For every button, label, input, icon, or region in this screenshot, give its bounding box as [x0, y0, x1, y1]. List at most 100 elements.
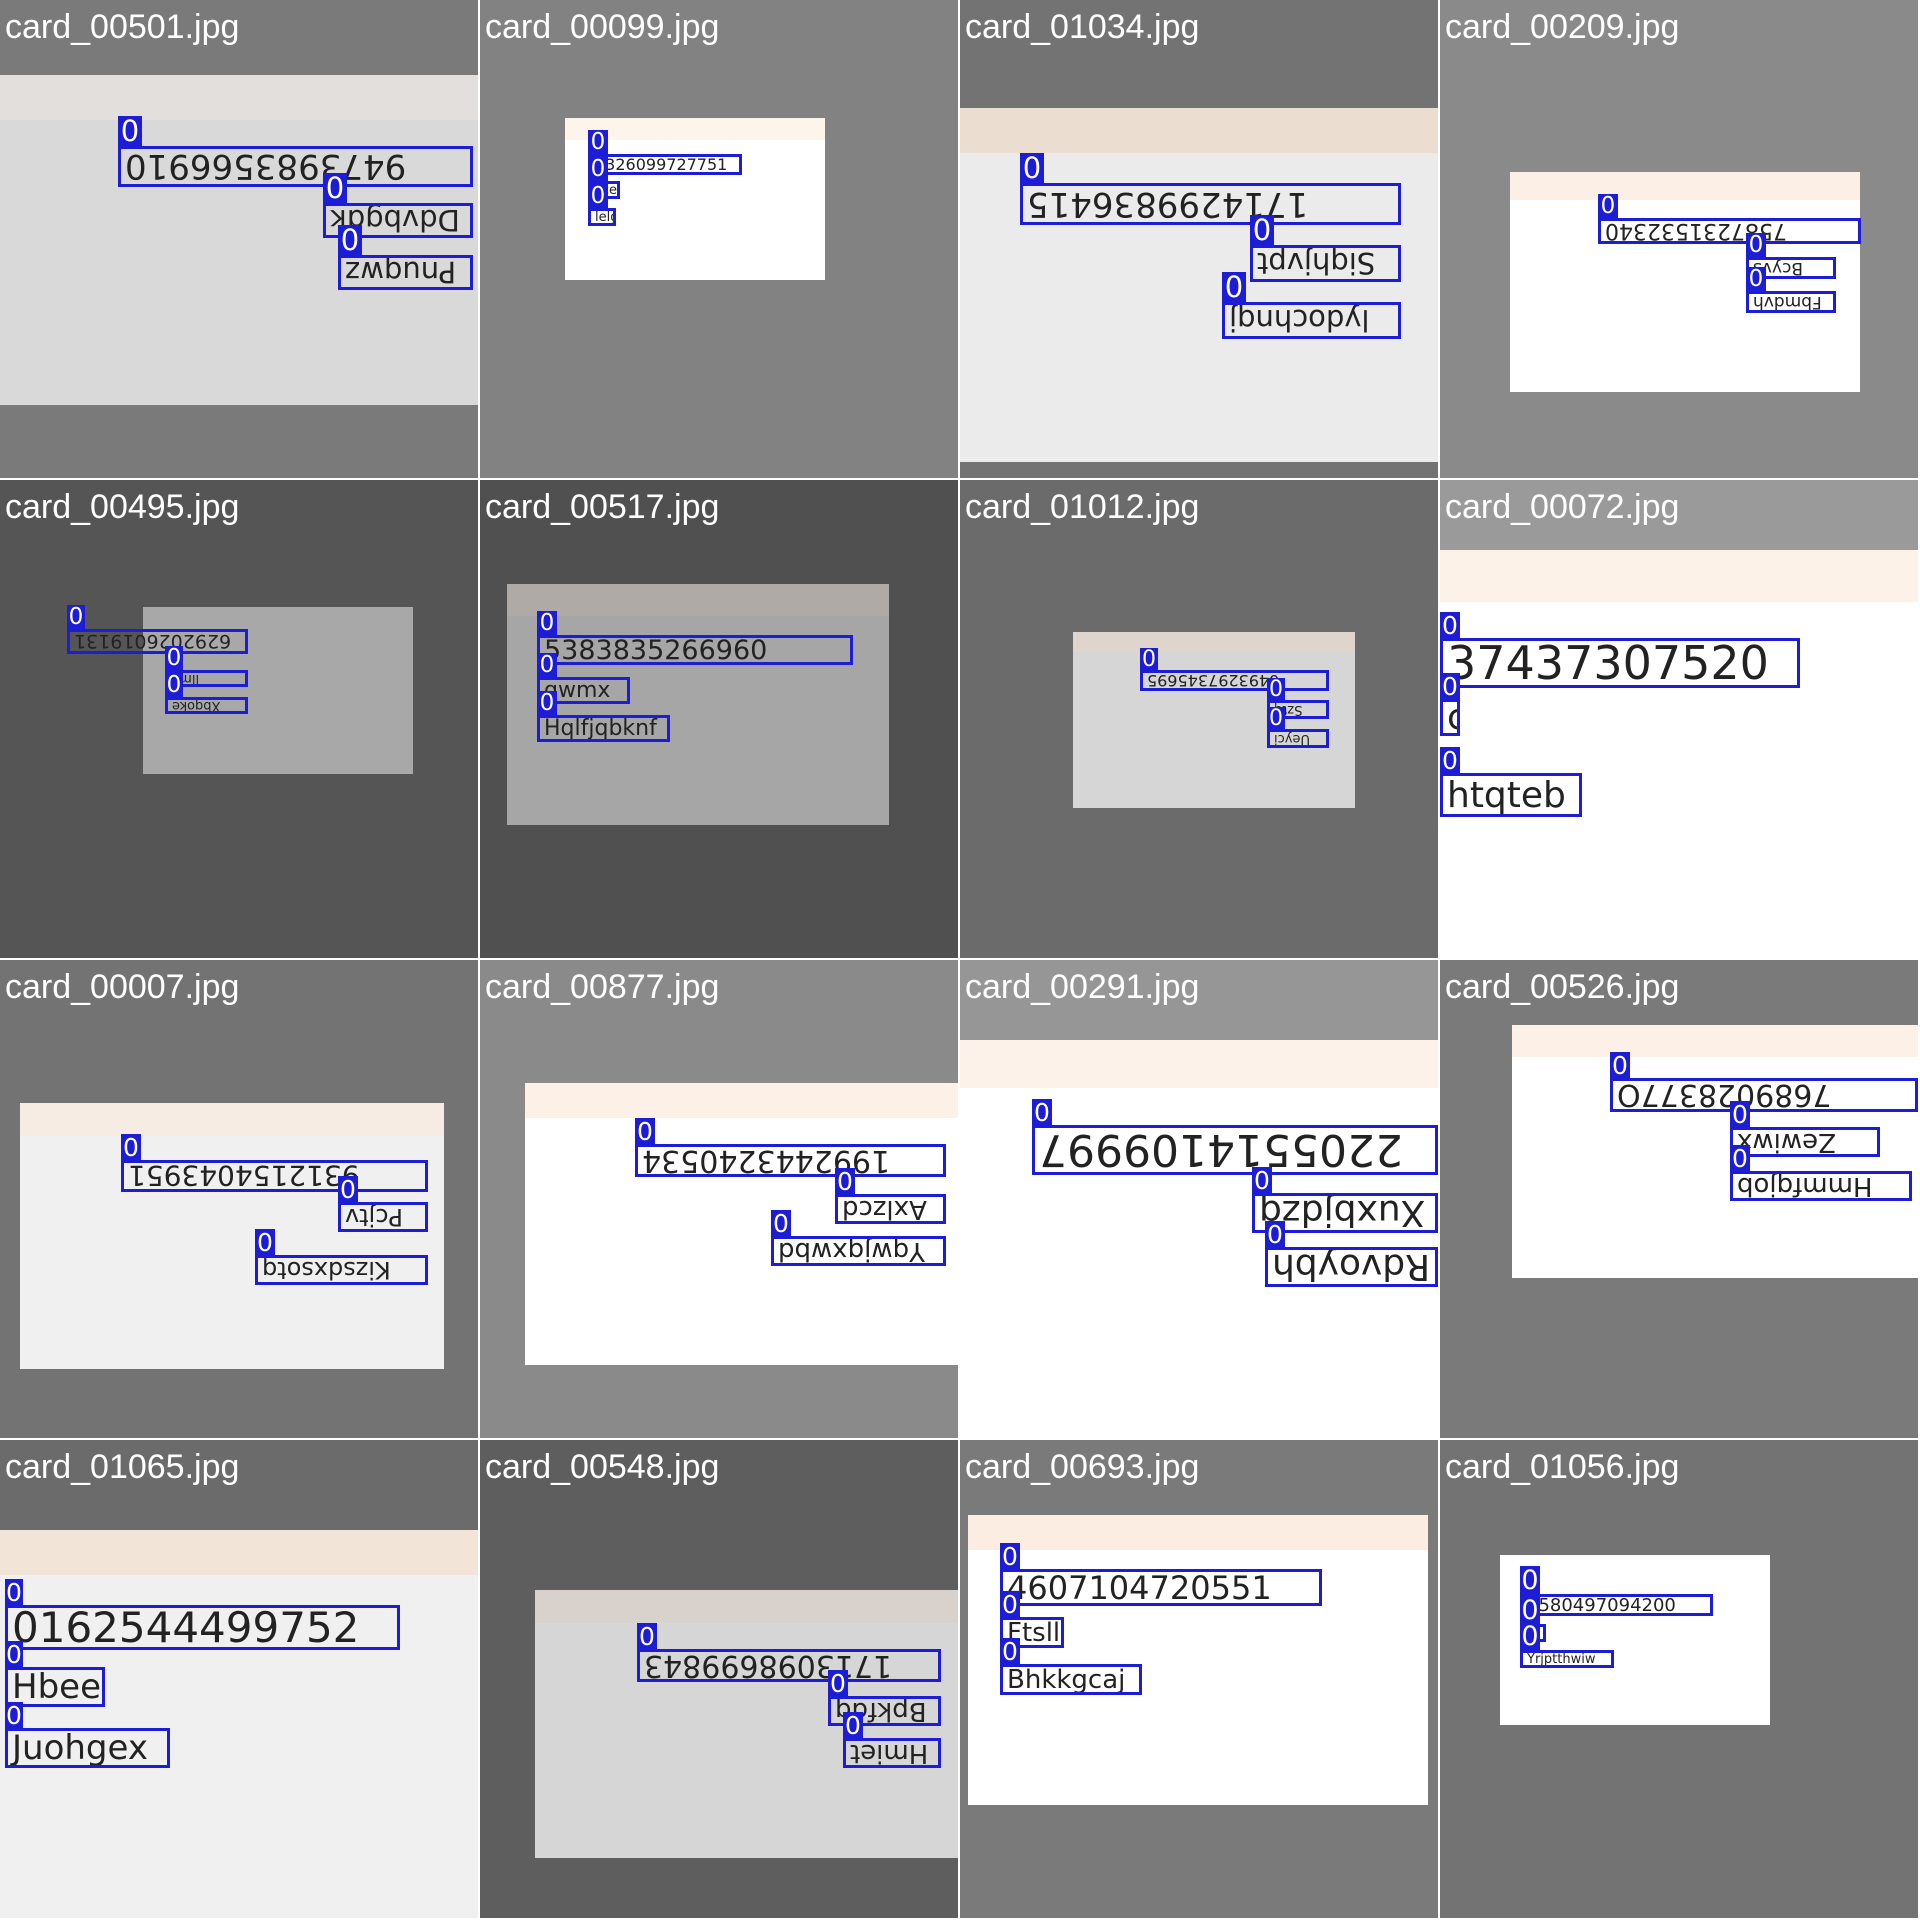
detected-text: 1714299836415 — [1027, 186, 1309, 222]
detection-box[interactable]: 2205514109997 — [1032, 1125, 1438, 1175]
class-label-badge: 0 — [637, 1623, 657, 1651]
detection-box[interactable]: htqteb — [1440, 773, 1582, 817]
class-label-badge: 0 — [1265, 1221, 1285, 1249]
tile-filename: card_00548.jpg — [485, 1448, 720, 1486]
class-label-badge: 0 — [165, 672, 183, 699]
detection-box[interactable]: 1992443240534 — [635, 1144, 946, 1177]
detected-text: Rdvoybh — [1272, 1250, 1431, 1284]
detection-box[interactable]: 0162544499752 — [5, 1605, 400, 1650]
detected-text: 37437307520 — [1447, 641, 1769, 685]
detection-box[interactable]: Bhkkgcaj — [1000, 1664, 1142, 1695]
detection-box[interactable]: 1713098699843 — [637, 1649, 941, 1682]
image-tile[interactable]: 4607104720551 0 Ftsll 0 Bhkkgcaj 0 card_00693.… — [960, 1440, 1438, 1918]
detection-box[interactable]: 1580497094200 — [1520, 1594, 1713, 1616]
image-tile[interactable]: 0162544499752 0 Hbee 0 Juohgex 0 card_01065.jp… — [0, 1440, 478, 1918]
detection-box[interactable]: Yqwjqxwbd — [771, 1236, 946, 1266]
class-label-badge: 0 — [1440, 747, 1460, 775]
image-tile[interactable]: 1713098699843 0 Bpkfdq 0 Hmiet 0 card_00548.jp… — [480, 1440, 958, 1918]
detected-text: 1580497094200 — [1527, 1597, 1676, 1613]
detection-box[interactable]: 37437307520 — [1440, 638, 1800, 688]
class-label-badge: 0 — [588, 130, 608, 156]
detected-text: Kizsdxsotq — [262, 1258, 391, 1282]
image-tile[interactable]: 15804970942000ru0Yrjptthwiw0card_01056.j… — [1440, 1440, 1918, 1918]
class-label-badge: 0 — [1730, 1145, 1750, 1173]
image-tile[interactable]: 9312154043951 0 Pcjtv 0 Kizsdxsotq 0 card_0000… — [0, 960, 478, 1438]
detection-box[interactable]: Pcjtv — [338, 1202, 428, 1232]
image-tile[interactable]: 9473983566910 0 Ddvbgdk 0 Pnuqwz 0 card_00501.… — [0, 0, 478, 478]
card-header-band — [535, 1590, 958, 1623]
tile-filename: card_00495.jpg — [5, 488, 240, 526]
detection-box[interactable]: 0326099727751 — [588, 154, 742, 175]
detection-box[interactable]: Hmiet — [843, 1738, 941, 1768]
tile-filename: card_00209.jpg — [1445, 8, 1680, 46]
image-tile[interactable]: 7587231532340 0 Bcyvs 0 Fbmdvh 0 card_00209.jp… — [1440, 0, 1918, 478]
image-tile[interactable]: 2205514109997 0 Xuxbjdzq 0 Rdvoybh 0 card_0029… — [960, 960, 1438, 1438]
detected-text: lydochnqj — [1229, 305, 1370, 336]
detected-text: Siqhjvpt — [1257, 248, 1376, 279]
detected-text: Juohgex — [12, 1731, 148, 1765]
class-label-badge: 0 — [1730, 1101, 1750, 1129]
class-label-badge: 0 — [338, 1176, 358, 1204]
class-label-badge: 0 — [771, 1210, 791, 1238]
image-tile[interactable]: 1992443240534 0 Axlzcd 0 Yqwjqxwbd 0 card_0087… — [480, 960, 958, 1438]
class-label-badge: 0 — [338, 225, 362, 257]
card-header-band — [960, 1040, 1438, 1088]
detection-box[interactable]: c — [1440, 699, 1460, 736]
detection-box[interactable]: Siqhjvpt — [1250, 245, 1401, 282]
detection-box[interactable]: Hqlfjqbknf — [537, 715, 670, 742]
detection-box[interactable]: Zewiwx — [1730, 1127, 1880, 1157]
tile-filename: card_01012.jpg — [965, 488, 1200, 526]
class-label-badge: 0 — [1250, 215, 1274, 247]
detection-box[interactable]: 6493297345695 — [1140, 670, 1329, 691]
image-tile[interactable]: 6292026019131 0 llmil 0 Xbqoke 0 card_00495.jp… — [0, 480, 478, 958]
detected-text: 7587231532340 — [1605, 221, 1787, 241]
detection-box[interactable]: lydochnqj — [1222, 302, 1401, 339]
detection-box[interactable]: 6292026019131 — [67, 629, 248, 654]
detection-box[interactable]: Hmmfqjob — [1730, 1171, 1912, 1201]
detection-box[interactable]: Yrjptthwiw — [1520, 1650, 1614, 1668]
detected-text: 0326099727751 — [595, 157, 728, 172]
detected-text: Hqlfjqbknf — [544, 718, 657, 739]
detected-text: 1713098699843 — [644, 1652, 893, 1679]
class-label-badge: 0 — [1610, 1052, 1630, 1080]
detection-box[interactable]: 9473983566910 — [118, 146, 473, 187]
detection-box[interactable]: 4607104720551 — [1000, 1569, 1322, 1606]
detection-box[interactable]: Kizsdxsotq — [255, 1255, 428, 1285]
detection-box[interactable]: 1714299836415 — [1020, 183, 1401, 225]
card-image — [525, 1083, 958, 1365]
card-image — [968, 1515, 1428, 1805]
image-tile[interactable]: 5383835266960 0 qwmx 0 Hqlfjqbknf 0 card_00517… — [480, 480, 958, 958]
image-tile[interactable]: 6493297345695 0 Sztq 0 Ueyci 0 card_01012.jpg — [960, 480, 1438, 958]
detection-box[interactable]: 5383835266960 — [537, 635, 853, 665]
detection-box[interactable]: Fbmdvh — [1746, 291, 1836, 313]
class-label-badge: 0 — [1252, 1167, 1272, 1195]
detection-box[interactable]: lelgl — [588, 208, 616, 226]
image-tile[interactable]: 03260997277510zce0lelgl0card_00099.jpg — [480, 0, 958, 478]
tile-filename: card_00517.jpg — [485, 488, 720, 526]
detected-text: 1992443240534 — [642, 1147, 891, 1174]
tile-filename: card_00526.jpg — [1445, 968, 1680, 1006]
detection-box[interactable]: Pnuqwz — [338, 255, 473, 290]
detection-box[interactable]: Xbqoke — [165, 697, 248, 714]
detected-text: 6292026019131 — [74, 632, 232, 651]
image-tile[interactable]: 1714299836415 0 Siqhjvpt 0 lydochnqj 0 card_01… — [960, 0, 1438, 478]
detection-box[interactable]: 9312154043951 — [121, 1160, 428, 1192]
image-tile[interactable]: 7689028377O 0 Zewiwx 0 Hmmfqjob 0 card_00526.j… — [1440, 960, 1918, 1438]
detection-box[interactable]: Axlzcd — [835, 1194, 946, 1224]
class-label-badge: 0 — [1520, 1621, 1540, 1652]
detection-box[interactable]: 7689028377O — [1610, 1078, 1918, 1112]
card-header-band — [1440, 550, 1918, 602]
detected-text: Hmiet — [850, 1741, 929, 1765]
detection-box[interactable]: Ueyci — [1267, 729, 1329, 748]
class-label-badge: 0 — [537, 691, 557, 717]
class-label-badge: 0 — [67, 604, 85, 631]
detected-text: lelgl — [595, 211, 613, 223]
detected-text: Ueyci — [1274, 732, 1310, 745]
card-header-band — [968, 1515, 1428, 1550]
detection-box[interactable]: Rdvoybh — [1265, 1247, 1438, 1287]
image-tile[interactable]: 37437307520 0 c 0 htqteb 0 card_00072.jpg — [1440, 480, 1918, 958]
class-label-badge: 0 — [588, 157, 608, 183]
detection-box[interactable]: 7587231532340 — [1598, 218, 1861, 244]
detected-text: Hmmfqjob — [1737, 1174, 1873, 1198]
detection-box[interactable]: Juohgex — [5, 1728, 170, 1768]
